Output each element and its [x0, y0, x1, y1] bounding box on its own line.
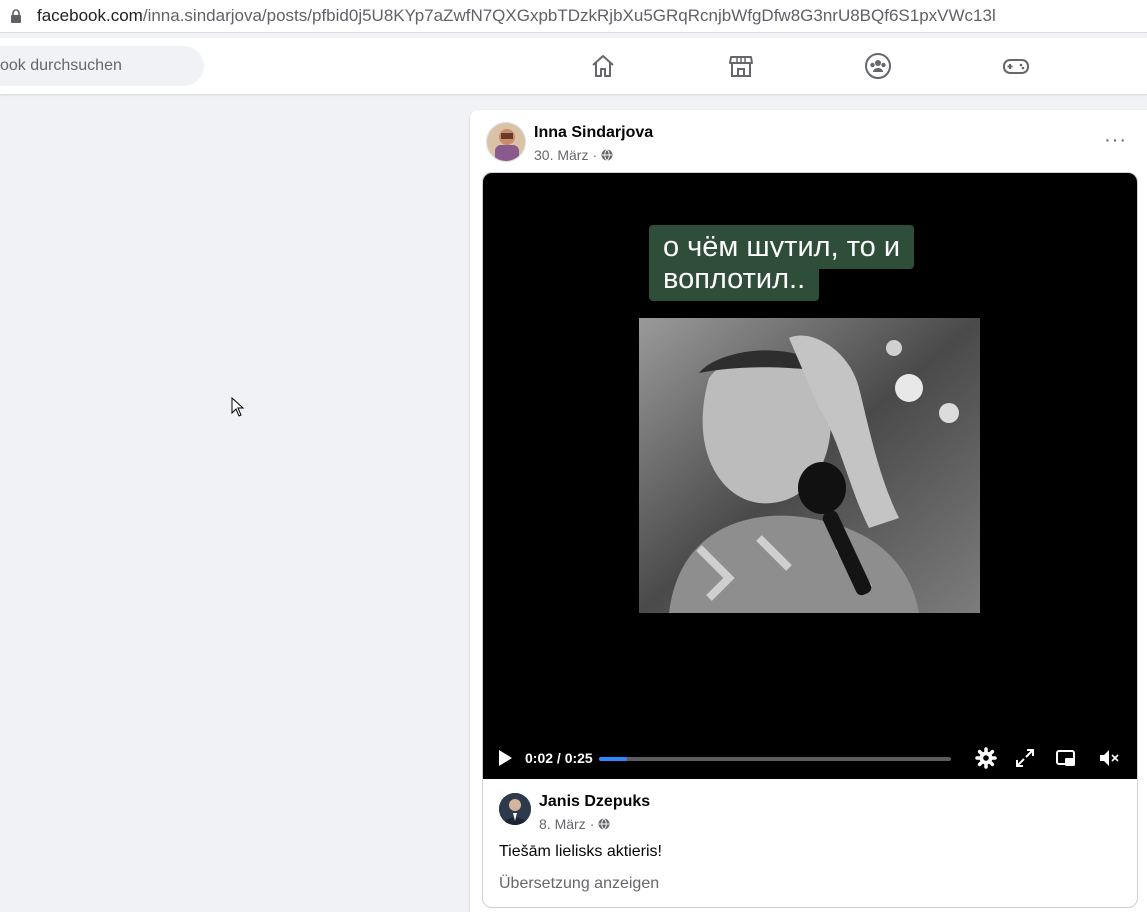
meta-separator: ·: [589, 816, 595, 832]
picture-in-picture-icon[interactable]: [1055, 747, 1077, 769]
post-author-name[interactable]: Inna Sindarjova: [534, 124, 653, 142]
video-frame: [639, 318, 980, 613]
globe-icon: [601, 149, 613, 161]
original-author-name[interactable]: Janis Dzepuks: [539, 793, 650, 811]
original-post-text: Tiešām lielisks aktieris!: [499, 843, 662, 860]
search-placeholder: ook durchsuchen: [0, 57, 122, 74]
video-progress-bar[interactable]: [599, 757, 951, 761]
author-avatar[interactable]: [486, 122, 526, 162]
groups-icon[interactable]: [864, 52, 892, 80]
video-time: 0:02 / 0:25: [525, 750, 593, 766]
shared-post: о чём шутил, то и воплотил.. 0:02 / 0:25…: [482, 172, 1138, 908]
globe-icon: [598, 818, 610, 830]
video-controls: 0:02 / 0:25: [483, 739, 1137, 779]
url-text[interactable]: facebook.com/inna.sindarjova/posts/pfbid…: [37, 6, 996, 26]
lock-icon: [11, 9, 21, 23]
video-frame-image: [639, 318, 980, 613]
volume-muted-icon[interactable]: [1098, 747, 1120, 769]
url-domain: facebook.com: [37, 6, 143, 25]
mouse-cursor-icon: [231, 397, 245, 417]
original-post-meta: 8. März ·: [539, 816, 610, 832]
url-path: /inna.sindarjova/posts/pfbid0j5U8KYp7aZw…: [142, 6, 996, 25]
post-card: Inna Sindarjova 30. März · ··· о чём шут…: [470, 110, 1147, 912]
author-avatar-image: [487, 123, 525, 161]
settings-gear-icon[interactable]: [975, 747, 997, 769]
facebook-top-nav: ook durchsuchen: [0, 38, 1147, 94]
original-post-date[interactable]: 8. März: [539, 816, 586, 832]
search-input[interactable]: ook durchsuchen: [0, 46, 204, 86]
video-player[interactable]: о чём шутил, то и воплотил.. 0:02 / 0:25: [483, 173, 1137, 779]
gaming-icon[interactable]: [1002, 52, 1030, 80]
home-icon[interactable]: [589, 52, 617, 80]
browser-url-bar[interactable]: facebook.com/inna.sindarjova/posts/pfbid…: [0, 0, 1147, 33]
more-options-button[interactable]: ···: [1104, 130, 1128, 150]
meta-separator: ·: [592, 147, 598, 163]
original-post: Janis Dzepuks 8. März · Tiešām lielisks …: [483, 779, 1137, 907]
original-author-avatar-image: [499, 793, 531, 825]
post-meta: 30. März ·: [534, 147, 613, 163]
original-author-avatar[interactable]: [499, 793, 531, 825]
marketplace-icon[interactable]: [727, 52, 755, 80]
fullscreen-icon[interactable]: [1014, 747, 1036, 769]
video-progress-fill: [599, 757, 628, 761]
post-date[interactable]: 30. März: [534, 147, 588, 163]
see-translation-link[interactable]: Übersetzung anzeigen: [499, 875, 659, 893]
play-icon[interactable]: [497, 749, 513, 767]
caption-line-2: воплотил..: [649, 257, 820, 301]
